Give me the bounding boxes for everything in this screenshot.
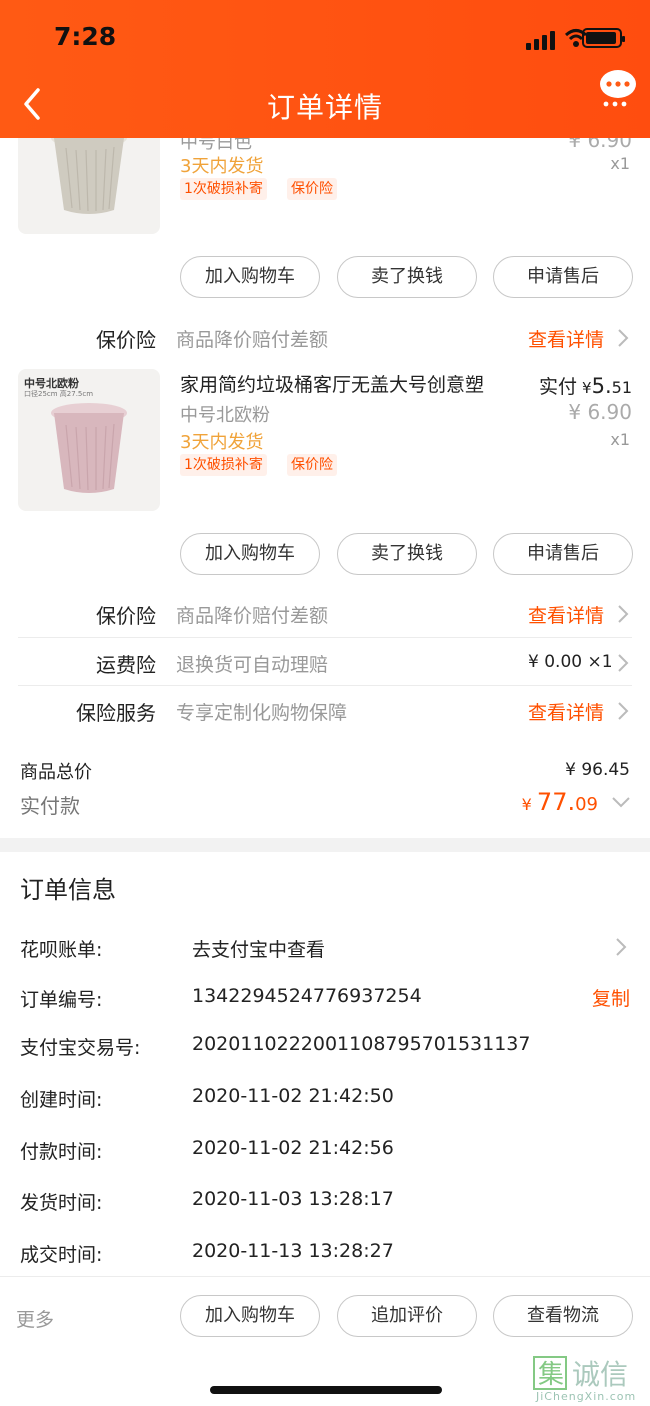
paid-price-int: 5.	[591, 374, 612, 398]
shipped-time-value: 2020-11-03 13:28:17	[192, 1188, 394, 1210]
more-button[interactable]: 更多	[16, 1305, 54, 1332]
goods-total-label: 商品总价	[20, 762, 92, 783]
created-time-value: 2020-11-02 21:42:50	[192, 1085, 394, 1107]
paid-price-dec: 51	[611, 378, 632, 397]
created-time-label: 创建时间:	[20, 1089, 103, 1111]
price-protect-details-link[interactable]: 查看详情	[528, 601, 604, 628]
battery-icon	[582, 28, 625, 48]
price-protect-label: 保价险	[96, 328, 156, 352]
chevron-right-icon	[618, 605, 629, 623]
product-spec: 中号北欧粉	[180, 405, 270, 426]
shipping-insurance-value[interactable]: ¥ 0.00 ×1	[528, 652, 613, 672]
resell-button[interactable]: 卖了换钱	[337, 533, 477, 575]
product-name[interactable]: 家用简约垃圾桶客厅无盖大号创意塑	[180, 370, 484, 397]
add-to-cart-button[interactable]: 加入购物车	[180, 1295, 320, 1337]
watermark-text: JiChengXin.com	[536, 1390, 637, 1403]
watermark-logo-mark: 集 诚信	[533, 1356, 628, 1391]
order-detail-page: 中号白色 ¥ 6.90 3天内发货 x1 1次破损补寄 保价险 加入购物车 卖了…	[0, 0, 650, 1406]
order-number-value: 1342294524776937254	[192, 985, 422, 1007]
alipay-trade-no-value: 2020110222001108795701531137	[192, 1033, 531, 1055]
insurance-service-details-link[interactable]: 查看详情	[528, 698, 604, 725]
price-protect-label: 保价险	[96, 604, 156, 628]
insurance-service-label: 保险服务	[76, 701, 156, 725]
quantity: x1	[610, 430, 630, 449]
paid-total-dec: 09	[575, 794, 598, 815]
paid-total-currency: ¥	[521, 795, 532, 814]
alipay-trade-no-label: 支付宝交易号:	[20, 1037, 141, 1059]
shipped-time-label: 发货时间:	[20, 1192, 103, 1214]
goods-total-value: ¥ 96.45	[565, 760, 630, 780]
page-title: 订单详情	[266, 91, 383, 124]
tag-price-protect: 保价险	[287, 454, 337, 476]
product-thumbnail[interactable]: 中号北欧粉 口径25cm 高27.5cm	[18, 369, 160, 511]
order-number-label: 订单编号:	[20, 989, 103, 1011]
shipping-promise: 3天内发货	[180, 432, 264, 453]
paid-price: 实付 ¥5.51	[539, 372, 632, 399]
original-price: ¥ 6.90	[568, 400, 632, 424]
tag-damage-resend: 1次破损补寄	[180, 178, 267, 200]
svg-text:诚信: 诚信	[572, 1358, 628, 1391]
signal-icon	[526, 28, 556, 50]
add-to-cart-button[interactable]: 加入购物车	[180, 256, 320, 298]
chevron-right-icon	[616, 938, 627, 956]
huabei-bill-label: 花呗账单:	[20, 939, 103, 961]
deal-time-label: 成交时间:	[20, 1244, 103, 1266]
status-icons	[526, 28, 625, 50]
paid-total-label: 实付款	[20, 794, 80, 818]
status-time: 7:28	[54, 22, 117, 51]
copy-order-number-button[interactable]: 复制	[592, 984, 630, 1011]
add-review-button[interactable]: 追加评价	[337, 1295, 477, 1337]
watermark-logo: 集 诚信 JiChengXin.com	[532, 1355, 650, 1403]
shipping-insurance-desc: 退换货可自动理赔	[176, 654, 329, 676]
divider	[18, 685, 632, 686]
navigation-header: 7:28 订单详情	[0, 0, 650, 138]
after-sale-button[interactable]: 申请售后	[493, 533, 633, 575]
paid-time-label: 付款时间:	[20, 1141, 103, 1163]
shipping-promise: 3天内发货	[180, 156, 264, 177]
quantity: x1	[610, 154, 630, 173]
home-indicator[interactable]	[210, 1386, 442, 1394]
chat-bubble-icon[interactable]	[598, 68, 638, 108]
price-protect-details-link[interactable]: 查看详情	[528, 325, 604, 352]
svg-text:集: 集	[538, 1360, 564, 1390]
chevron-down-icon[interactable]	[610, 795, 632, 809]
bucket-image	[51, 403, 127, 493]
tag-price-protect: 保价险	[287, 178, 337, 200]
chevron-right-icon	[618, 702, 629, 720]
after-sale-button[interactable]: 申请售后	[493, 256, 633, 298]
order-info-title: 订单信息	[20, 876, 116, 904]
paid-price-currency: ¥	[582, 379, 592, 397]
insurance-service-desc: 专享定制化购物保障	[176, 702, 348, 724]
section-separator	[0, 838, 650, 852]
view-logistics-button[interactable]: 查看物流	[493, 1295, 633, 1337]
price-protect-desc: 商品降价赔付差额	[176, 329, 329, 351]
paid-total-value: ¥ 77.09	[522, 788, 598, 816]
huabei-bill-link[interactable]: 去支付宝中查看	[192, 935, 325, 962]
divider	[18, 637, 632, 638]
chevron-right-icon	[618, 329, 629, 347]
tag-damage-resend: 1次破损补寄	[180, 454, 267, 476]
paid-total-int: 77.	[536, 788, 576, 816]
shipping-insurance-label: 运费险	[96, 653, 156, 677]
paid-price-label: 实付	[538, 376, 577, 398]
add-to-cart-button[interactable]: 加入购物车	[180, 533, 320, 575]
paid-time-value: 2020-11-02 21:42:56	[192, 1137, 394, 1159]
resell-button[interactable]: 卖了换钱	[337, 256, 477, 298]
chevron-right-icon	[618, 654, 629, 672]
deal-time-value: 2020-11-13 13:28:27	[192, 1240, 394, 1262]
price-protect-desc: 商品降价赔付差额	[176, 605, 329, 627]
